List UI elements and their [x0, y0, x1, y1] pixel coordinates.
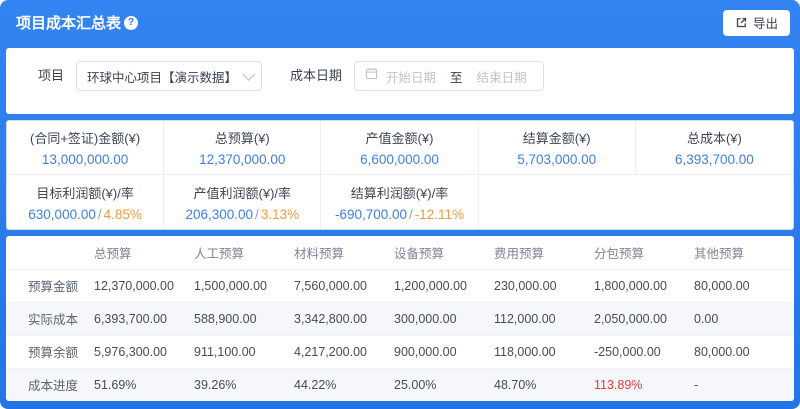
- table-cell: 230,000.00: [494, 269, 594, 302]
- table-cell: 7,560,000.00: [294, 269, 394, 302]
- table-cell: 900,000.00: [394, 335, 494, 368]
- column-header: 费用预算: [494, 236, 594, 269]
- table-cell: 25.00%: [394, 368, 494, 401]
- budget-table-card: 总预算 人工预算 材料预算 设备预算 费用预算 分包预算 其他预算 预算金额 1…: [6, 236, 794, 401]
- table-cell: 48.70%: [494, 368, 594, 401]
- export-button-label: 导出: [753, 13, 778, 32]
- table-cell: -: [694, 368, 794, 401]
- metric-value: 6,600,000.00: [360, 152, 439, 167]
- chevron-down-icon: [242, 68, 255, 81]
- export-icon: [735, 16, 748, 29]
- metric-label: 结算利润额(¥)/率: [351, 183, 449, 202]
- metric-output-amount: 产值金额(¥) 6,600,000.00: [321, 121, 478, 175]
- date-range-separator: 至: [450, 67, 463, 86]
- header-bar: 项目成本汇总表 ? 导出: [0, 0, 800, 45]
- table-cell: -250,000.00: [594, 335, 694, 368]
- help-icon[interactable]: ?: [124, 16, 138, 30]
- row-label-actual-cost-link[interactable]: 实际成本: [6, 302, 94, 335]
- project-select-value: 环球中心项目【演示数据】: [87, 67, 242, 86]
- metric-settlement-profit: 结算利润额(¥)/率 -690,700.00/-12.11%: [321, 175, 478, 229]
- table-row-cost-progress: 成本进度 51.69% 39.26% 44.22% 25.00% 48.70% …: [6, 368, 794, 401]
- table-cell: 300,000.00: [394, 302, 494, 335]
- metric-contract-amount: (合同+签证)金额(¥) 13,000,000.00: [7, 121, 164, 175]
- column-header: 材料预算: [294, 236, 394, 269]
- metric-label: 总成本(¥): [687, 128, 742, 147]
- column-header-empty: [6, 236, 94, 269]
- table-cell: 4,217,200.00: [294, 335, 394, 368]
- metric-value: 13,000,000.00: [42, 152, 128, 167]
- cost-date-label: 成本日期: [290, 61, 342, 91]
- column-header: 总预算: [94, 236, 194, 269]
- summary-metrics-card: (合同+签证)金额(¥) 13,000,000.00 总预算(¥) 12,370…: [6, 120, 794, 230]
- table-cell: 3,342,800.00: [294, 302, 394, 335]
- metric-output-profit: 产值利润额(¥)/率 206,300.00/3.13%: [164, 175, 321, 229]
- table-cell: 1,800,000.00: [594, 269, 694, 302]
- calendar-icon: [365, 67, 378, 85]
- date-range-input[interactable]: 开始日期 至 结束日期: [354, 61, 544, 91]
- table-cell-over-budget: 113.89%: [594, 368, 694, 401]
- table-cell: 12,370,000.00: [94, 269, 194, 302]
- metric-label: 产值利润额(¥)/率: [194, 183, 292, 202]
- page-title: 项目成本汇总表: [16, 12, 121, 33]
- row-label: 预算金额: [6, 269, 94, 302]
- table-cell: 80,000.00: [694, 335, 794, 368]
- metric-target-profit: 目标利润额(¥)/率 630,000.00/4.85%: [7, 175, 164, 229]
- table-cell: 2,050,000.00: [594, 302, 694, 335]
- metric-settlement-amount: 结算金额(¥) 5,703,000.00: [479, 121, 636, 175]
- table-row-budget-amount: 预算金额 12,370,000.00 1,500,000.00 7,560,00…: [6, 269, 794, 302]
- column-header: 设备预算: [394, 236, 494, 269]
- metric-value-rate: -690,700.00/-12.11%: [335, 207, 464, 222]
- table-header-row: 总预算 人工预算 材料预算 设备预算 费用预算 分包预算 其他预算: [6, 236, 794, 269]
- metric-label: (合同+签证)金额(¥): [30, 128, 140, 147]
- metric-value-rate: 630,000.00/4.85%: [28, 207, 142, 222]
- project-select[interactable]: 环球中心项目【演示数据】: [76, 61, 262, 91]
- project-filter-label: 项目: [38, 61, 64, 91]
- content-area: 项目 环球中心项目【演示数据】 成本日期 开始日期 至 结束日期: [0, 45, 800, 401]
- table-cell: 1,200,000.00: [394, 269, 494, 302]
- metric-empty-cell: [479, 175, 793, 229]
- table-row-actual-cost: 实际成本 6,393,700.00 588,900.00 3,342,800.0…: [6, 302, 794, 335]
- metric-value-rate: 206,300.00/3.13%: [185, 207, 299, 222]
- budget-table: 总预算 人工预算 材料预算 设备预算 费用预算 分包预算 其他预算 预算金额 1…: [6, 236, 794, 401]
- metric-label: 结算金额(¥): [523, 128, 591, 147]
- metric-total-cost: 总成本(¥) 6,393,700.00: [636, 121, 793, 175]
- metric-label: 产值金额(¥): [366, 128, 434, 147]
- export-button[interactable]: 导出: [723, 10, 790, 36]
- column-header: 分包预算: [594, 236, 694, 269]
- table-cell: 39.26%: [194, 368, 294, 401]
- project-cost-summary-page: 项目成本汇总表 ? 导出 项目 环球中心项目【演示数据】 成本日期: [0, 0, 800, 409]
- metric-label: 目标利润额(¥)/率: [36, 183, 134, 202]
- table-cell: 1,500,000.00: [194, 269, 294, 302]
- end-date-placeholder[interactable]: 结束日期: [477, 67, 527, 86]
- table-cell: 51.69%: [94, 368, 194, 401]
- filter-card: 项目 环球中心项目【演示数据】 成本日期 开始日期 至 结束日期: [6, 48, 794, 114]
- metric-value: 12,370,000.00: [199, 152, 285, 167]
- metric-total-budget: 总预算(¥) 12,370,000.00: [164, 121, 321, 175]
- metric-label: 总预算(¥): [215, 128, 270, 147]
- table-cell: 6,393,700.00: [94, 302, 194, 335]
- row-label: 预算余额: [6, 335, 94, 368]
- table-cell: 118,000.00: [494, 335, 594, 368]
- table-row-budget-balance: 预算余额 5,976,300.00 911,100.00 4,217,200.0…: [6, 335, 794, 368]
- table-cell: 112,000.00: [494, 302, 594, 335]
- table-cell: 44.22%: [294, 368, 394, 401]
- table-cell: 588,900.00: [194, 302, 294, 335]
- table-cell: 80,000.00: [694, 269, 794, 302]
- metric-value: 5,703,000.00: [517, 152, 596, 167]
- row-label: 成本进度: [6, 368, 94, 401]
- column-header: 人工预算: [194, 236, 294, 269]
- table-cell: 0.00: [694, 302, 794, 335]
- metric-value: 6,393,700.00: [675, 152, 754, 167]
- table-cell: 5,976,300.00: [94, 335, 194, 368]
- table-cell: 911,100.00: [194, 335, 294, 368]
- column-header: 其他预算: [694, 236, 794, 269]
- start-date-placeholder[interactable]: 开始日期: [386, 67, 436, 86]
